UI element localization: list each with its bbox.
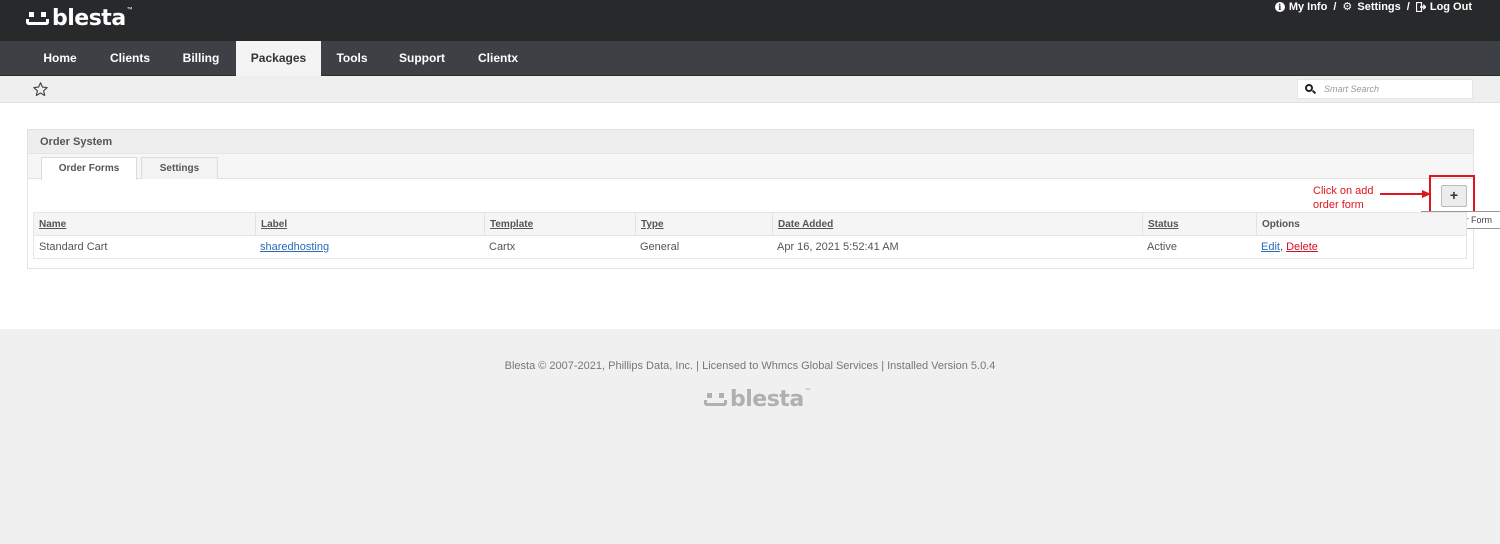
footer-logo-text: blesta [730,387,804,412]
nav-packages[interactable]: Packages [236,41,321,77]
separator: / [1406,1,1410,13]
cell-options: Edit, Delete [1256,236,1467,258]
delete-link[interactable]: Delete [1286,241,1318,253]
smile-logo-icon [26,9,50,29]
logo-trademark: ™ [126,7,133,13]
star-icon[interactable] [32,81,49,98]
settings-label: Settings [1357,1,1401,13]
sub-bar [0,76,1500,103]
edit-link[interactable]: Edit [1261,241,1280,253]
order-form-label-link[interactable]: sharedhosting [260,241,329,253]
top-links: i My Info / ⚙ Settings / Log Out [1274,0,1472,14]
tab-order-forms[interactable]: Order Forms [41,157,137,180]
annotation-arrow [1380,190,1431,198]
footer-copyright: Blesta © 2007-2021, Phillips Data, Inc. … [504,360,996,372]
top-bar: blesta ™ i My Info / ⚙ Settings / Log Ou… [0,0,1500,41]
main-nav: Home Clients Billing Packages Tools Supp… [0,41,1500,77]
blesta-logo[interactable]: blesta ™ [26,6,133,32]
col-label-header[interactable]: Label [255,213,484,236]
logo-text: blesta [52,6,126,31]
panel-title: Order System [28,130,1473,154]
nav-billing[interactable]: Billing [168,41,234,76]
logout-icon [1415,2,1426,12]
logout-label: Log Out [1429,1,1472,13]
col-date-added-header[interactable]: Date Added [772,213,1142,236]
nav-support[interactable]: Support [384,41,460,76]
my-info-link[interactable]: i My Info [1274,1,1328,13]
add-order-form-button[interactable]: + [1441,185,1467,207]
info-icon: i [1274,2,1285,12]
tab-settings[interactable]: Settings [141,157,218,179]
nav-clientx[interactable]: Clientx [462,41,534,76]
cell-label: sharedhosting [255,236,484,258]
col-status-header[interactable]: Status [1142,213,1256,236]
order-forms-table: Name Label Template Type Date Added Stat… [33,212,1467,259]
col-options-header: Options [1256,213,1467,236]
search-icon [1305,84,1317,95]
settings-link[interactable]: ⚙ Settings [1342,1,1400,13]
footer-logo-trademark: ™ [804,388,811,394]
nav-tools[interactable]: Tools [321,41,383,76]
cell-type: General [640,241,680,253]
options-comma: , [1279,241,1284,253]
smart-search[interactable] [1297,79,1473,99]
my-info-label: My Info [1288,1,1328,13]
col-name-header[interactable]: Name [34,213,255,236]
table-header: Name Label Template Type Date Added Stat… [34,213,1466,236]
table-row: Standard Cart sharedhosting Cartx Genera… [34,236,1466,258]
footer-logo[interactable]: blesta ™ [704,387,811,412]
cell-template: Cartx [489,241,516,253]
cell-date-added: Apr 16, 2021 5:52:41 AM [777,241,899,253]
footer: Blesta © 2007-2021, Phillips Data, Inc. … [0,329,1500,544]
nav-clients[interactable]: Clients [96,41,164,76]
cell-status: Active [1147,241,1177,253]
nav-home[interactable]: Home [27,41,93,76]
separator: / [1333,1,1337,13]
tabs: Order Forms Settings [28,154,1473,180]
col-template-header[interactable]: Template [484,213,635,236]
logout-link[interactable]: Log Out [1415,1,1472,13]
search-input[interactable] [1324,84,1464,94]
cell-name: Standard Cart [39,241,108,253]
smile-logo-icon [704,390,728,410]
annotation-line-2: order form [1313,199,1364,211]
col-type-header[interactable]: Type [635,213,772,236]
gear-icon: ⚙ [1342,1,1353,13]
